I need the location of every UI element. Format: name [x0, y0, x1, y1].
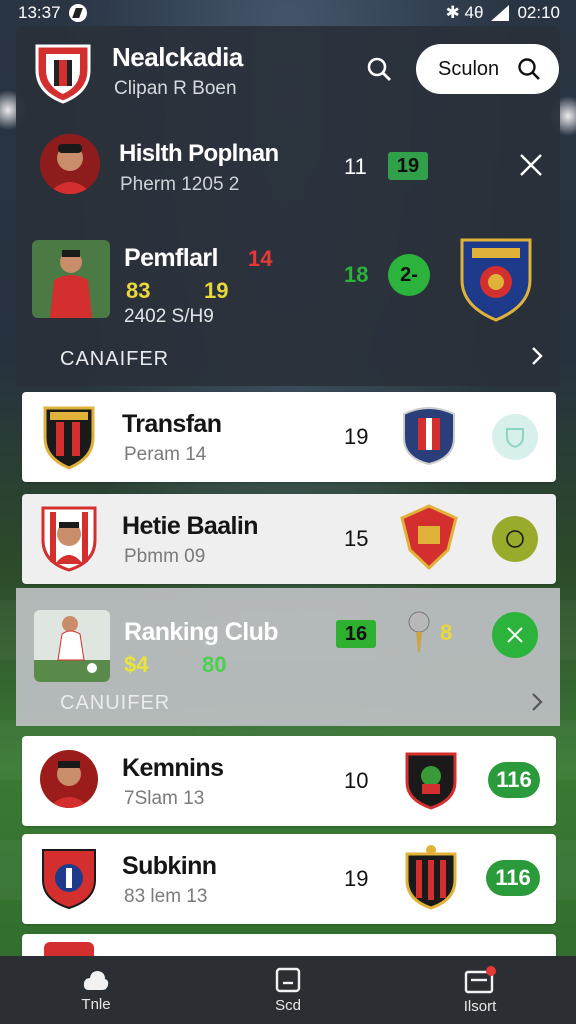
club-card[interactable]: Subkinn 83 lem 13 19 116 — [22, 834, 556, 924]
club-number: 10 — [344, 768, 369, 793]
score-pill[interactable]: 116 — [486, 860, 540, 896]
circle-icon — [506, 530, 524, 548]
club-crest-icon — [35, 44, 91, 104]
player-photo — [34, 610, 110, 682]
ranking-panel[interactable]: Ranking Club $4 80 16 8 CANUIFER — [16, 588, 560, 726]
club-card[interactable]: Kemnins 7Slam 13 10 116 — [22, 736, 556, 826]
nav-label: Tnle — [81, 995, 111, 1013]
club-meta: 83 lem 13 — [124, 886, 208, 907]
ranking-yellow: 8 — [440, 620, 453, 645]
stat-yellow-a: 83 — [126, 278, 151, 303]
team-crest-icon — [460, 238, 532, 322]
player-avatar — [40, 750, 98, 808]
search-button[interactable]: Sculon — [416, 44, 559, 94]
tablet-icon — [275, 967, 301, 992]
app-title: Nealckadia — [112, 42, 243, 72]
nav-item-scd[interactable]: Scd — [228, 967, 348, 1014]
club-name: Kemnins — [122, 754, 224, 782]
club-number: 19 — [344, 866, 369, 891]
status-time: 13:37 — [18, 3, 61, 22]
shield-icon — [506, 428, 524, 448]
club-card[interactable]: Transfan Peram 14 19 — [22, 392, 556, 482]
club-name: Hetie Baalin — [122, 512, 259, 540]
status-circle[interactable] — [492, 516, 538, 562]
club-name: Transfan — [122, 410, 222, 438]
player-meta: Pherm 1205 2 — [120, 174, 240, 195]
ranking-stat-b: 80 — [202, 652, 227, 677]
club-meta: Peram 14 — [124, 444, 207, 465]
chevron-right-icon[interactable] — [530, 692, 544, 712]
club-meta: 7Slam 13 — [124, 788, 205, 809]
ranking-stat-a: $4 — [124, 652, 149, 677]
cloud-icon — [83, 970, 109, 990]
section-label: CANAIFER — [60, 348, 170, 370]
club-card[interactable]: Hetie Baalin Pbmm 09 15 — [22, 494, 556, 584]
player-green-number: 18 — [344, 262, 369, 287]
signal-icon — [491, 5, 510, 21]
status-battery: 02:10 — [517, 3, 560, 22]
inbox-icon — [464, 965, 496, 993]
status-bar: 13:37 ✱ 4θ 02:10 — [0, 0, 576, 26]
team-crest-icon — [405, 845, 457, 910]
player-meta: 2402 S/H9 — [124, 306, 214, 327]
club-crest-icon — [44, 942, 94, 956]
rank-circle: 2- — [388, 254, 430, 296]
club-number: 19 — [344, 424, 369, 449]
club-number: 15 — [344, 526, 369, 551]
search-icon[interactable] — [366, 56, 392, 82]
app-header: Nealckadia Clipan R Boen Sculon — [16, 26, 560, 122]
ranking-title: Ranking Club — [124, 618, 279, 646]
team-crest-icon — [403, 407, 455, 466]
close-icon[interactable] — [518, 152, 544, 178]
club-crest-icon — [42, 849, 96, 910]
team-crest-icon — [400, 504, 458, 570]
club-crest-icon — [43, 406, 95, 470]
nav-label: Ilsort — [463, 997, 497, 1015]
chevron-right-icon[interactable] — [530, 346, 544, 366]
search-icon — [518, 58, 540, 80]
score-badge: 19 — [388, 152, 428, 180]
club-name: Subkinn — [122, 852, 217, 880]
search-button-label: Sculon — [438, 57, 500, 80]
player-name: Hislth Poplnan — [119, 140, 279, 167]
nav-item-report[interactable]: Ilsort — [420, 965, 540, 1015]
score-pill[interactable]: 116 — [488, 762, 540, 798]
section-label: CANUIFER — [60, 692, 171, 714]
navigation-icon — [68, 4, 87, 22]
stat-yellow-b: 19 — [204, 278, 229, 303]
ranking-badge: 16 — [336, 620, 376, 648]
bottom-navigation: Tnle Scd Ilsort — [0, 956, 576, 1024]
close-icon — [507, 627, 523, 643]
nav-item-home[interactable]: Tnle — [36, 968, 156, 1013]
team-crest-icon — [405, 752, 457, 810]
player-red-number: 14 — [248, 246, 273, 271]
trophy-icon — [408, 611, 430, 652]
player-row[interactable]: Hislth Poplnan Pherm 1205 2 11 19 — [16, 132, 560, 212]
player-avatar — [40, 134, 100, 194]
player-name: Pemflarl — [124, 244, 218, 272]
club-crest-icon — [41, 506, 97, 572]
featured-panel: Nealckadia Clipan R Boen Sculon Hislth P… — [16, 26, 560, 386]
player-photo — [32, 240, 110, 318]
status-circle[interactable] — [492, 414, 538, 460]
app-subtitle: Clipan R Boen — [114, 78, 237, 99]
player-row[interactable]: Pemflarl 14 83 19 2402 S/H9 18 2- — [16, 214, 560, 334]
player-number: 11 — [344, 154, 367, 179]
status-signal-text: ✱ 4θ — [445, 3, 484, 22]
close-circle-button[interactable] — [492, 612, 538, 658]
nav-label: Scd — [275, 996, 301, 1014]
club-meta: Pbmm 09 — [124, 546, 206, 567]
